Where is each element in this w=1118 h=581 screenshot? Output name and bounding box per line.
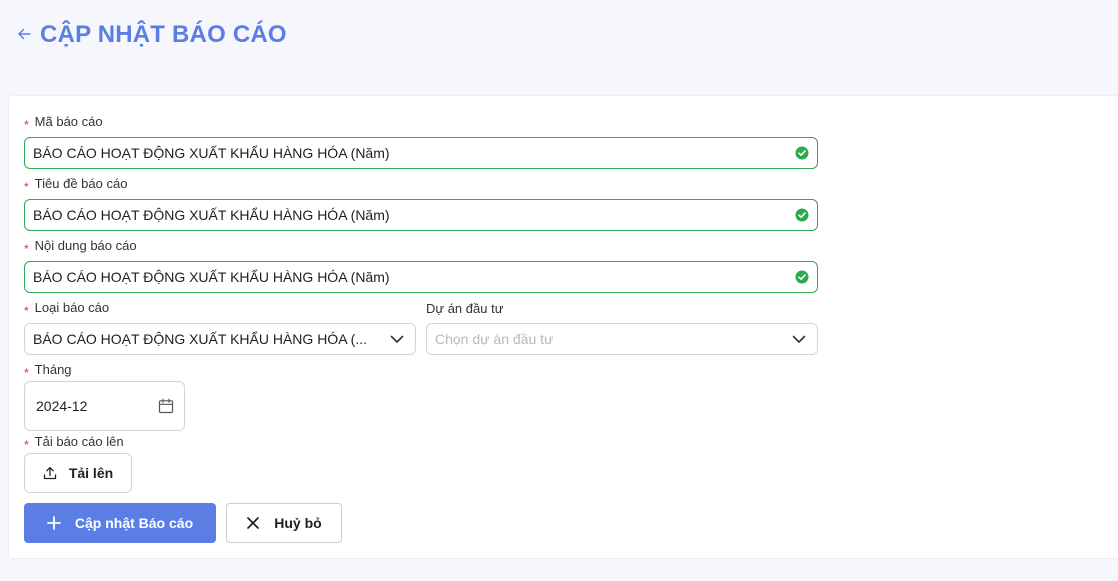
upload-label: * Tải báo cáo lên — [24, 434, 124, 452]
close-icon — [247, 517, 260, 529]
investment-project-select[interactable]: Chọn dự án đầu tư — [426, 323, 818, 355]
month-label-text: Tháng — [34, 362, 72, 377]
update-report-button-label: Cập nhật Báo cáo — [74, 515, 194, 531]
investment-project-label: Dự án đầu tư — [426, 301, 503, 316]
month-label: * Tháng — [24, 362, 72, 380]
report-code-value: BÁO CÁO HOẠT ĐỘNG XUẤT KHẨU HÀNG HÓA (Nă… — [33, 145, 390, 161]
chevron-down-icon — [390, 335, 404, 343]
upload-button[interactable]: Tải lên — [24, 453, 132, 493]
report-title-label-text: Tiêu đề báo cáo — [34, 176, 128, 191]
calendar-icon — [158, 398, 174, 414]
report-title-input[interactable]: BÁO CÁO HOẠT ĐỘNG XUẤT KHẨU HÀNG HÓA (Nă… — [24, 199, 818, 231]
page-title: CẬP NHẬT BÁO CÁO — [40, 21, 287, 48]
investment-project-placeholder: Chọn dự án đầu tư — [435, 331, 554, 347]
check-circle-icon — [795, 270, 809, 284]
report-content-input[interactable]: BÁO CÁO HOẠT ĐỘNG XUẤT KHẨU HÀNG HÓA (Nă… — [24, 261, 818, 293]
cancel-button[interactable]: Huỷ bỏ — [226, 503, 342, 543]
month-value: 2024-12 — [36, 398, 88, 414]
required-mark: * — [24, 303, 29, 318]
required-mark: * — [24, 179, 29, 194]
report-type-value: BÁO CÁO HOẠT ĐỘNG XUẤT KHẨU HÀNG HÓA (..… — [33, 331, 367, 347]
cancel-button-label: Huỷ bỏ — [274, 515, 322, 531]
upload-icon — [43, 466, 56, 480]
page-header: CẬP NHẬT BÁO CÁO — [0, 0, 1118, 95]
report-content-label: * Nội dung báo cáo — [24, 238, 137, 256]
report-code-label-text: Mã báo cáo — [34, 114, 103, 129]
report-title-value: BÁO CÁO HOẠT ĐỘNG XUẤT KHẨU HÀNG HÓA (Nă… — [33, 207, 390, 223]
required-mark: * — [24, 437, 29, 452]
report-code-input[interactable]: BÁO CÁO HOẠT ĐỘNG XUẤT KHẨU HÀNG HÓA (Nă… — [24, 137, 818, 169]
report-type-label-text: Loại báo cáo — [34, 300, 110, 315]
plus-icon — [46, 516, 61, 530]
investment-project-label-text: Dự án đầu tư — [426, 301, 504, 316]
report-type-label: * Loại báo cáo — [24, 300, 110, 318]
upload-label-text: Tải báo cáo lên — [34, 434, 124, 449]
chevron-down-icon — [792, 335, 806, 343]
check-circle-icon — [795, 208, 809, 222]
report-title-label: * Tiêu đề báo cáo — [24, 176, 128, 194]
required-mark: * — [24, 365, 29, 380]
report-content-label-text: Nội dung báo cáo — [34, 238, 137, 253]
required-mark: * — [24, 241, 29, 256]
month-picker[interactable]: 2024-12 — [24, 381, 185, 431]
update-report-button[interactable]: Cập nhật Báo cáo — [24, 503, 216, 543]
required-mark: * — [24, 117, 29, 132]
report-type-select[interactable]: BÁO CÁO HOẠT ĐỘNG XUẤT KHẨU HÀNG HÓA (..… — [24, 323, 416, 355]
check-circle-icon — [795, 146, 809, 160]
report-code-label: * Mã báo cáo — [24, 114, 103, 132]
report-content-value: BÁO CÁO HOẠT ĐỘNG XUẤT KHẨU HÀNG HÓA (Nă… — [33, 269, 390, 285]
upload-button-label: Tải lên — [68, 465, 114, 481]
arrow-left-icon[interactable] — [15, 25, 33, 43]
